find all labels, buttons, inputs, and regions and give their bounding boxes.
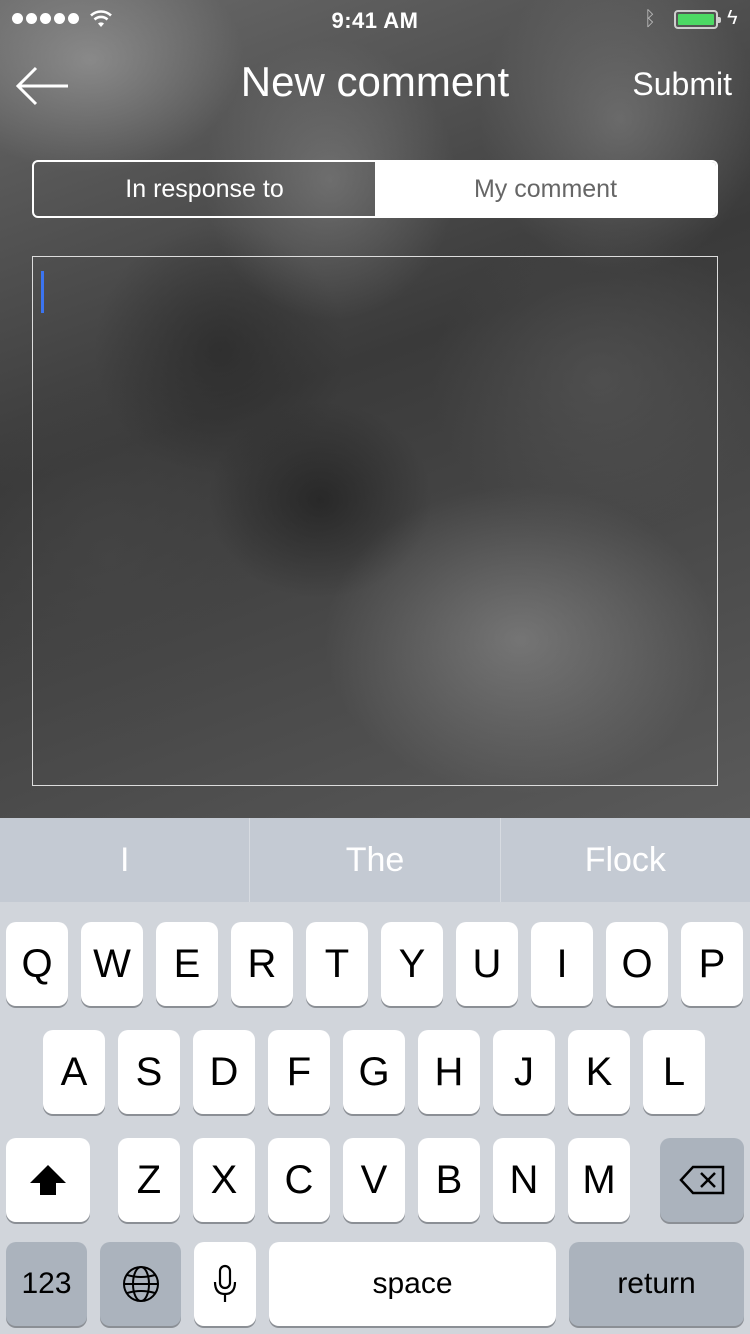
- suggestion-3[interactable]: Flock: [501, 818, 750, 902]
- microphone-icon: [213, 1264, 237, 1302]
- key-m[interactable]: M: [568, 1138, 630, 1222]
- key-z[interactable]: Z: [118, 1138, 180, 1222]
- key-t[interactable]: T: [306, 922, 368, 1006]
- status-time: 9:41 AM: [331, 8, 419, 33]
- segment-in-response-to[interactable]: In response to: [34, 162, 375, 216]
- key-g[interactable]: G: [343, 1030, 405, 1114]
- numbers-key[interactable]: 123: [6, 1242, 87, 1326]
- key-w[interactable]: W: [81, 922, 143, 1006]
- shift-icon: [30, 1165, 66, 1195]
- globe-icon: [122, 1266, 159, 1302]
- key-o[interactable]: O: [606, 922, 668, 1006]
- navigation-bar: New comment Submit: [0, 50, 750, 120]
- key-l[interactable]: L: [643, 1030, 705, 1114]
- status-bar: 9:41 AM ᛒ ϟ: [0, 0, 750, 40]
- key-p[interactable]: P: [681, 922, 743, 1006]
- key-b[interactable]: B: [418, 1138, 480, 1222]
- key-v[interactable]: V: [343, 1138, 405, 1222]
- globe-key[interactable]: [100, 1242, 181, 1326]
- key-q[interactable]: Q: [6, 922, 68, 1006]
- suggestion-1[interactable]: I: [0, 818, 251, 902]
- charging-bolt-icon: ϟ: [727, 7, 738, 29]
- shift-key[interactable]: [6, 1138, 90, 1222]
- key-n[interactable]: N: [493, 1138, 555, 1222]
- comment-input[interactable]: [32, 256, 718, 786]
- delete-key[interactable]: [660, 1138, 744, 1222]
- text-cursor: [41, 271, 44, 313]
- keyboard: I The Flock Q W E R T Y U I O P A S D F …: [0, 818, 750, 1334]
- key-h[interactable]: H: [418, 1030, 480, 1114]
- suggestion-bar: I The Flock: [0, 818, 750, 902]
- space-key[interactable]: space: [269, 1242, 556, 1326]
- suggestion-2[interactable]: The: [250, 818, 501, 902]
- key-r[interactable]: R: [231, 922, 293, 1006]
- key-e[interactable]: E: [156, 922, 218, 1006]
- key-u[interactable]: U: [456, 922, 518, 1006]
- key-f[interactable]: F: [268, 1030, 330, 1114]
- segment-my-comment[interactable]: My comment: [375, 162, 716, 216]
- segmented-control: In response to My comment: [32, 160, 718, 218]
- dictation-key[interactable]: [194, 1242, 256, 1326]
- bluetooth-icon: ᛒ: [644, 8, 656, 30]
- key-k[interactable]: K: [568, 1030, 630, 1114]
- submit-button[interactable]: Submit: [632, 66, 732, 103]
- key-y[interactable]: Y: [381, 922, 443, 1006]
- key-a[interactable]: A: [43, 1030, 105, 1114]
- key-x[interactable]: X: [193, 1138, 255, 1222]
- key-c[interactable]: C: [268, 1138, 330, 1222]
- return-key[interactable]: return: [569, 1242, 744, 1326]
- battery-icon: [674, 10, 721, 29]
- key-d[interactable]: D: [193, 1030, 255, 1114]
- key-i[interactable]: I: [531, 922, 593, 1006]
- key-s[interactable]: S: [118, 1030, 180, 1114]
- key-j[interactable]: J: [493, 1030, 555, 1114]
- backspace-icon: [679, 1165, 725, 1195]
